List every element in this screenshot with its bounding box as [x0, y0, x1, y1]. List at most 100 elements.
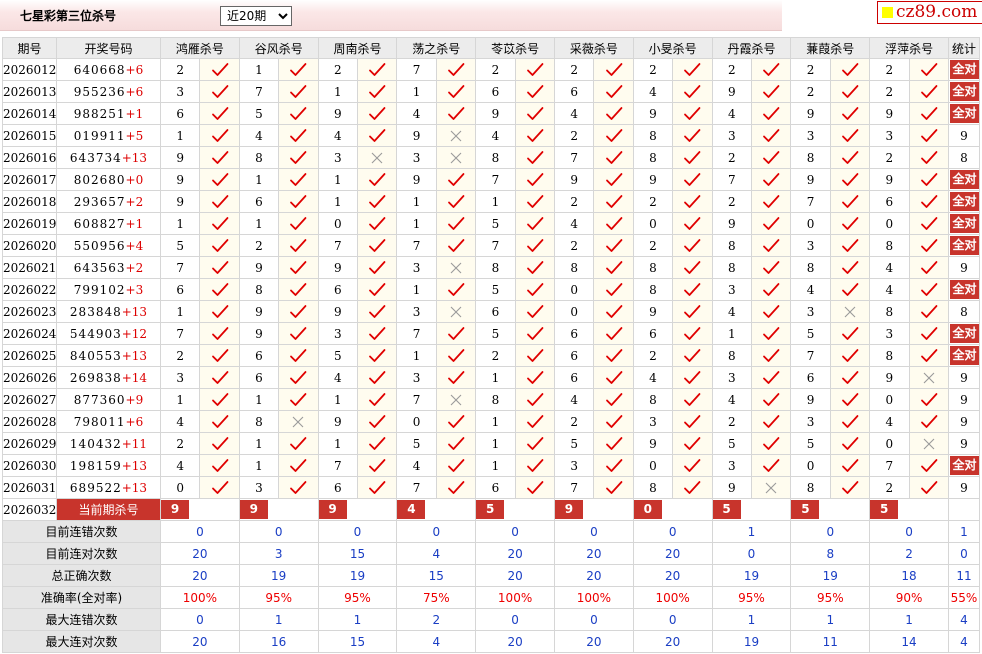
result-mark: [514, 344, 555, 367]
check-icon: [369, 85, 386, 98]
stat-cell: 全对: [947, 58, 981, 81]
draw-number-cell: 840553+13: [56, 344, 161, 367]
kill-digit: 3: [711, 124, 752, 147]
result-mark: [750, 344, 792, 367]
kill-digit: 8: [711, 256, 752, 279]
check-icon: [526, 217, 544, 230]
kill-digit: 0: [869, 388, 910, 411]
current-kill-cell: 9: [553, 498, 634, 521]
kill-digit: 0: [317, 212, 358, 235]
result-mark: [908, 256, 949, 279]
check-icon: [369, 437, 386, 450]
result-mark: [672, 212, 713, 235]
result-mark: [278, 102, 319, 125]
result-mark: [435, 388, 477, 411]
result-mark: [278, 190, 319, 213]
draw-sum: +3: [125, 282, 144, 297]
result-mark: [908, 300, 949, 323]
current-kill-row: 2026032 当前期杀号 9 9 9 4 5 9 0 5 5 5: [2, 498, 981, 521]
check-icon: [605, 107, 622, 120]
header-number: 开奖号码: [56, 37, 161, 59]
period-cell: 2026018: [2, 190, 57, 213]
table-header-row: 期号 开奖号码 鸿雁杀号 谷风杀号 周南杀号 荡之杀号 苓苡杀号 采薇杀号 小旻杀号 丹霞杀号…: [2, 37, 981, 59]
kill-digit: 6: [475, 300, 516, 323]
cross-icon: [923, 438, 935, 449]
result-mark: [593, 388, 634, 411]
check-icon: [763, 63, 780, 76]
check-icon: [211, 327, 228, 340]
result-mark: [829, 388, 871, 411]
summary-value: 20: [160, 630, 240, 653]
check-icon: [684, 85, 701, 98]
result-mark: [199, 190, 240, 213]
cross-icon: [450, 306, 462, 317]
kill-digit: 8: [632, 256, 674, 279]
site-logo[interactable]: cz89.com: [877, 1, 982, 24]
result-mark: [514, 102, 555, 125]
summary-value: 16: [238, 630, 319, 653]
check-icon: [684, 371, 701, 384]
check-icon: [369, 107, 386, 120]
cross-icon: [450, 152, 462, 163]
check-icon: [448, 349, 465, 362]
draw-sum: +6: [125, 62, 144, 77]
all-correct-badge: 全对: [949, 60, 979, 79]
summary-value: 0: [238, 520, 319, 543]
stat-cell: 9: [947, 366, 981, 389]
result-mark: [829, 80, 871, 103]
period-select[interactable]: 近20期: [220, 6, 292, 26]
check-icon: [526, 195, 544, 208]
check-icon: [684, 217, 701, 230]
kill-digit: 5: [553, 432, 595, 455]
cross-icon: [923, 372, 935, 383]
result-mark: [435, 168, 477, 191]
logo-text: cz89.com: [896, 2, 978, 22]
check-icon: [842, 151, 859, 164]
result-mark: [435, 102, 477, 125]
draw-number-cell: 544903+12: [56, 322, 161, 345]
check-icon: [842, 239, 859, 252]
check-icon: [369, 217, 386, 230]
check-icon: [369, 393, 386, 406]
check-icon: [526, 85, 544, 98]
check-icon: [920, 173, 938, 186]
result-mark: [593, 256, 634, 279]
draw-digits: 799102: [73, 282, 126, 297]
table-row: 2026015 019911+5 1 4 4 9 4 2 8 3 3 3 9: [2, 124, 981, 147]
result-mark: [672, 102, 713, 125]
check-icon: [842, 481, 859, 494]
check-icon: [920, 481, 938, 494]
check-icon: [290, 349, 307, 362]
check-icon: [920, 415, 938, 428]
draw-sum: +1: [125, 106, 144, 121]
result-mark: [435, 322, 477, 345]
all-correct-badge: 全对: [949, 236, 979, 255]
stat-cell: 9: [947, 410, 981, 433]
draw-digits: 140432: [69, 436, 122, 451]
check-icon: [526, 107, 544, 120]
check-icon: [763, 283, 780, 296]
kill-digit: 1: [159, 124, 201, 147]
kill-digit: 9: [238, 300, 280, 323]
check-icon: [763, 415, 780, 428]
check-icon: [290, 107, 307, 120]
summary-value: 0: [475, 520, 555, 543]
check-icon: [448, 415, 465, 428]
summary-value: 95%: [317, 586, 398, 609]
summary-value: 0: [790, 520, 871, 543]
check-icon: [211, 481, 228, 494]
kill-digit: 6: [553, 366, 595, 389]
kill-digit: 9: [869, 168, 910, 191]
kill-digit: 0: [159, 476, 201, 499]
summary-label: 最大连错次数: [2, 608, 161, 631]
check-icon: [684, 349, 701, 362]
result-mark: [672, 388, 713, 411]
summary-value: 0: [632, 608, 713, 631]
draw-digits: 643734: [69, 150, 122, 165]
result-mark: [750, 234, 792, 257]
check-icon: [684, 327, 701, 340]
header-expert: 荡之杀号: [396, 37, 477, 59]
check-icon: [920, 393, 938, 406]
kill-digit: 2: [159, 432, 201, 455]
kill-digit: 1: [238, 58, 280, 81]
